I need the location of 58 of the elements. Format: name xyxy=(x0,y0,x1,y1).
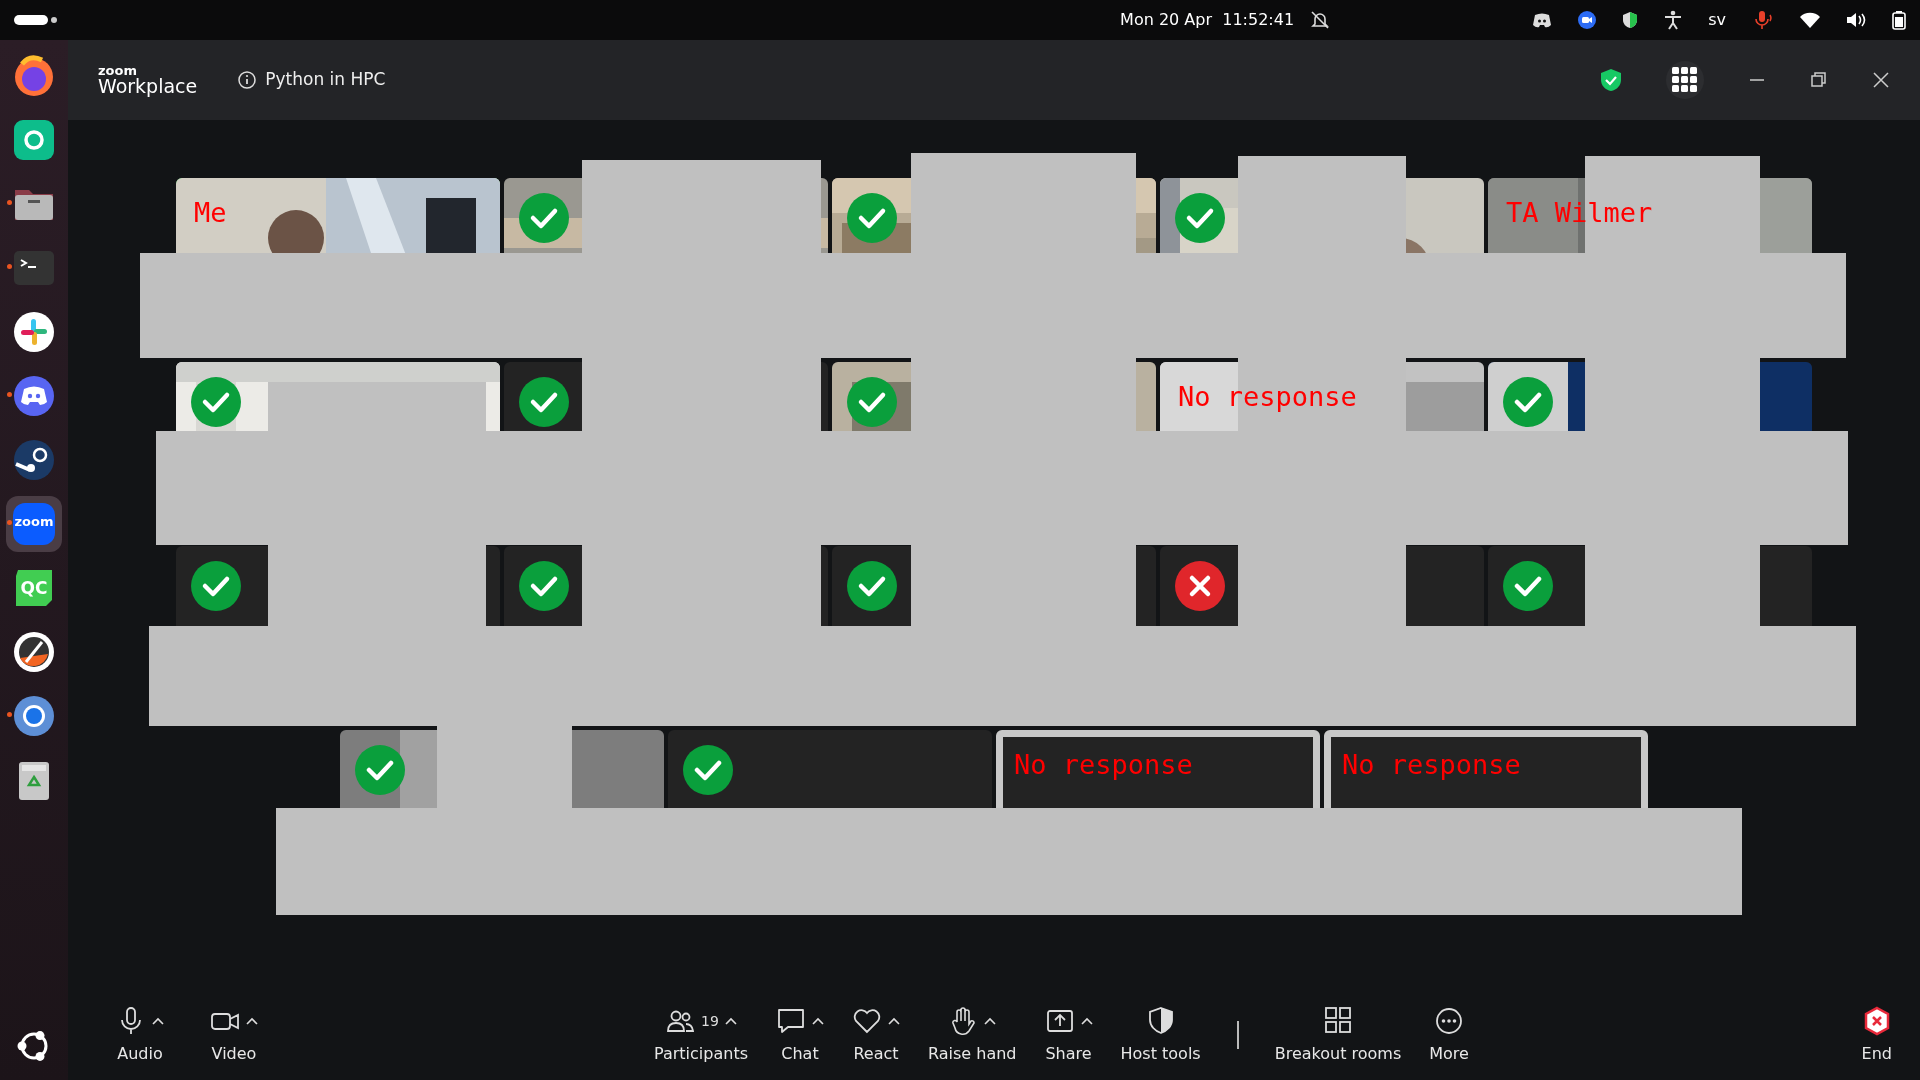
app-icon xyxy=(12,374,56,418)
microphone-icon[interactable] xyxy=(1752,10,1774,30)
app-icon xyxy=(12,310,56,354)
annotation-text: No response xyxy=(1178,382,1357,412)
volume-icon[interactable] xyxy=(1846,12,1866,28)
toolbar-button[interactable]: Chat xyxy=(768,1004,832,1066)
bell-off-icon xyxy=(1310,10,1331,30)
annotation-text: No response xyxy=(1014,750,1193,780)
keyboard-language-text[interactable]: sv xyxy=(1708,8,1726,32)
app-icon xyxy=(12,54,56,98)
app-icon xyxy=(12,694,56,738)
video-app-icon[interactable] xyxy=(1578,11,1597,29)
zoom-logo: zoom Workplace xyxy=(98,64,198,96)
shield-icon[interactable] xyxy=(1622,11,1639,29)
heart-icon xyxy=(852,1006,882,1036)
app-icon xyxy=(12,438,56,482)
end-button[interactable]: End xyxy=(1853,1004,1900,1066)
workspace-indicator-icon[interactable] xyxy=(14,14,58,26)
app-icon xyxy=(12,630,56,674)
toolbar-button[interactable]: Host tools xyxy=(1112,1004,1209,1066)
caret-icon xyxy=(1080,1017,1093,1025)
security-shield-icon[interactable] xyxy=(1600,68,1622,92)
toolbar-button[interactable]: 19 Participants xyxy=(646,1004,756,1066)
annotation-text: Me xyxy=(194,198,227,228)
toolbar-button[interactable]: More xyxy=(1421,1004,1477,1066)
info-icon[interactable] xyxy=(237,70,258,90)
app-icon xyxy=(12,502,56,546)
meeting-title: Python in HPC xyxy=(265,68,386,92)
grid-icon xyxy=(1322,1006,1353,1036)
annotation-text: No response xyxy=(1342,750,1521,780)
wifi-icon[interactable] xyxy=(1800,12,1820,28)
caret-icon xyxy=(246,1017,258,1025)
close-button[interactable] xyxy=(1872,71,1890,89)
clock-text[interactable]: Mon 20 Apr 11:52:41 xyxy=(1120,8,1295,32)
toolbar-button[interactable]: Raise hand xyxy=(920,1004,1025,1066)
caret-icon xyxy=(812,1017,824,1025)
participant-count: 19 xyxy=(701,1011,719,1031)
annotation-text: TA Wilmer xyxy=(1506,198,1653,228)
caret-icon xyxy=(152,1017,164,1025)
app-logo-text: zoom xyxy=(13,514,55,530)
more-icon xyxy=(1434,1006,1465,1036)
battery-icon[interactable] xyxy=(1892,10,1906,30)
app-icon xyxy=(12,118,56,162)
game-controller-icon[interactable] xyxy=(1532,12,1553,28)
restore-button[interactable] xyxy=(1810,71,1828,89)
accessibility-icon[interactable] xyxy=(1664,10,1683,30)
apps-grid-button[interactable] xyxy=(1666,61,1704,99)
caret-icon xyxy=(888,1017,900,1025)
caret-icon xyxy=(984,1017,997,1025)
speech-bubble-icon xyxy=(776,1006,806,1036)
app-logo-text: QC xyxy=(19,578,49,599)
toolbar-button[interactable]: Audio xyxy=(108,1004,172,1066)
toolbar-button[interactable]: React xyxy=(844,1004,908,1066)
dock-app-button[interactable]: zoom xyxy=(6,496,62,552)
caret-icon xyxy=(724,1017,737,1025)
toolbar-button[interactable]: Breakout rooms xyxy=(1266,1004,1410,1066)
toolbar-button[interactable]: Video xyxy=(202,1004,266,1066)
toolbar-button[interactable]: Share xyxy=(1036,1004,1101,1066)
